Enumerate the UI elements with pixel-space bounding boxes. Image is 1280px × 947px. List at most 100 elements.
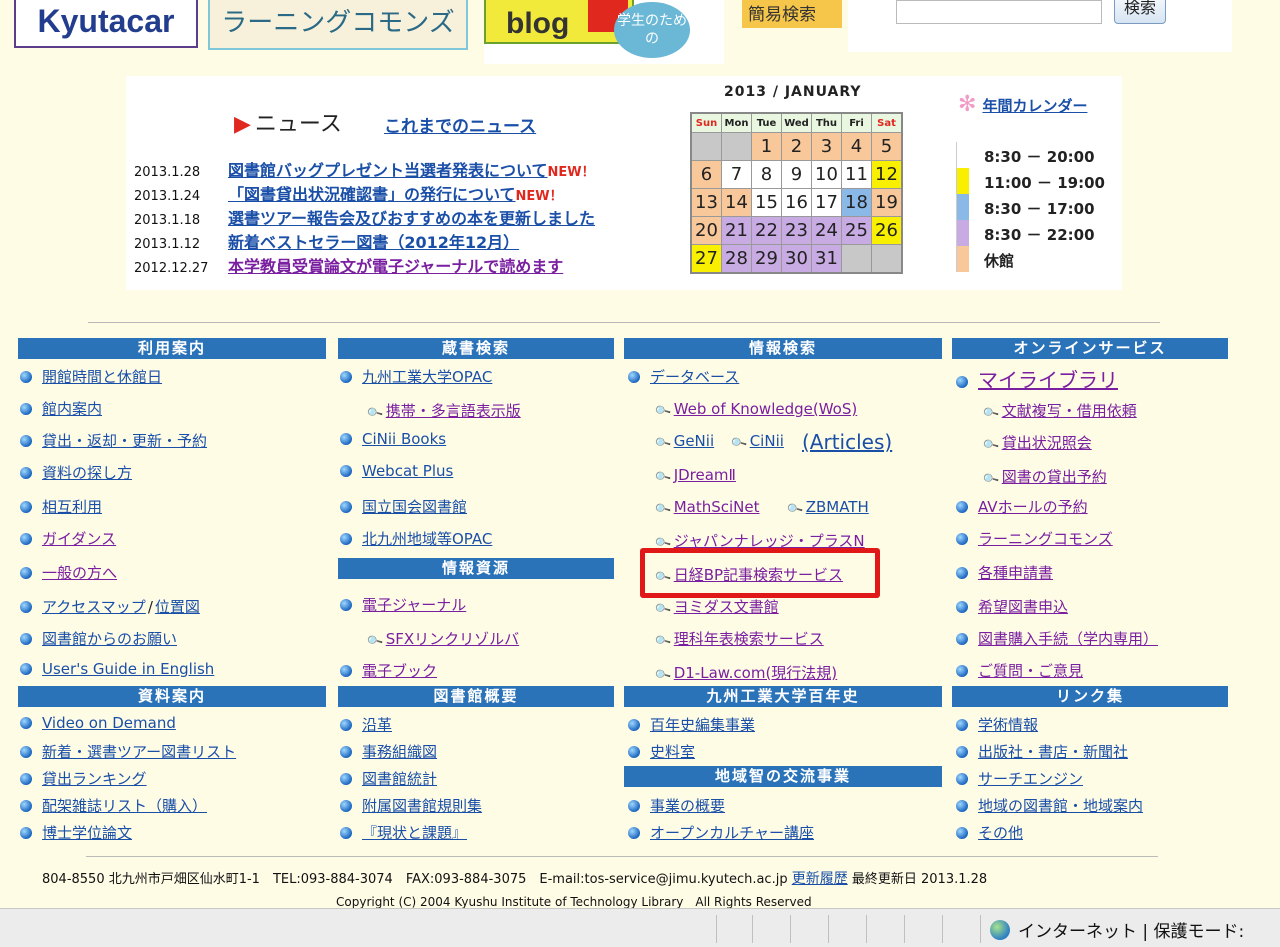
- info-jdream-link-item: 🔍 JDreamⅡ: [654, 466, 736, 486]
- resources-ejournal-link[interactable]: 電子ジャーナル: [362, 596, 466, 614]
- search-button[interactable]: 検索: [1114, 0, 1166, 24]
- materials-ranking-link[interactable]: 貸出ランキング: [42, 770, 147, 788]
- info-mathscinet-link[interactable]: MathSciNet: [674, 498, 760, 516]
- online-purchase-link[interactable]: 図書購入手続（学内専用）: [978, 630, 1158, 648]
- key-icon: 🔍: [785, 499, 805, 518]
- search-input[interactable]: [896, 0, 1102, 24]
- news-title-link[interactable]: 新着ベストセラー図書（2012年12月）: [228, 233, 519, 252]
- triangle-right-icon: ▶: [234, 112, 251, 137]
- info-yomidas-link[interactable]: ヨミダス文書館: [674, 598, 779, 616]
- bullet-icon: [20, 371, 32, 383]
- info-d1-law-link[interactable]: D1-Law.com(現行法規): [674, 664, 837, 682]
- usage-location-map-link[interactable]: 位置図: [155, 598, 200, 616]
- overview-status-link[interactable]: 『現状と課題』: [362, 824, 467, 842]
- news-item: 2012.12.27 本学教員受賞論文が電子ジャーナルで読めます: [134, 256, 563, 278]
- learning-commons-banner-link[interactable]: ラーニングコモンズ: [208, 0, 468, 50]
- calendar-day: 6: [690, 160, 722, 189]
- holdings-opac-link[interactable]: 九州工業大学OPAC: [362, 368, 492, 386]
- exchange-open-culture-link[interactable]: オープンカルチャー講座: [650, 824, 814, 842]
- resources-sfx-link[interactable]: SFXリンクリゾルバ: [386, 630, 519, 648]
- news-title-link[interactable]: 選書ツアー報告会及びおすすめの本を更新しました: [228, 209, 595, 228]
- overview-org-chart-link-item: 事務組織図: [340, 741, 437, 762]
- usage-interlibrary-link[interactable]: 相互利用: [42, 498, 102, 516]
- holdings-regional-opac-link[interactable]: 北九州地域等OPAC: [362, 530, 492, 548]
- history-editing-link[interactable]: 百年史編集事業: [650, 716, 755, 734]
- calendar-day: 16: [781, 188, 812, 217]
- news-item: 2013.1.24 「図書貸出状況確認書」の発行についてNEW！: [134, 184, 563, 206]
- overview-status-link-item: 『現状と課題』: [340, 822, 467, 843]
- online-learning-commons-link[interactable]: ラーニングコモンズ: [978, 530, 1113, 548]
- usage-how-to-find-link[interactable]: 資料の探し方: [42, 464, 132, 482]
- info-cinii-articles-link[interactable]: (Articles): [802, 430, 892, 454]
- online-book-request-link[interactable]: 希望図書申込: [978, 598, 1068, 616]
- online-loan-status-link[interactable]: 貸出状況照会: [1002, 434, 1092, 452]
- security-zone[interactable]: インターネット | 保護モード:: [990, 917, 1244, 942]
- usage-english-guide-link[interactable]: User's Guide in English: [42, 660, 214, 678]
- calendar-day: 22: [751, 216, 782, 245]
- info-rika-nenpyo-link[interactable]: 理科年表検索サービス: [674, 630, 824, 648]
- calendar-day: 14: [721, 188, 752, 217]
- holdings-webcat-link[interactable]: Webcat Plus: [362, 462, 453, 480]
- online-av-hall-link[interactable]: AVホールの予約: [978, 498, 1088, 516]
- kyutacar-logo-link[interactable]: Kyutacar: [14, 0, 198, 48]
- overview-history-link[interactable]: 沿革: [362, 716, 392, 734]
- usage-requests-link[interactable]: 図書館からのお願い: [42, 630, 177, 648]
- usage-hours-link[interactable]: 開館時間と休館日: [42, 368, 162, 386]
- exchange-overview-link[interactable]: 事業の概要: [650, 797, 725, 815]
- online-copy-request-link[interactable]: 文献複写・借用依頼: [1002, 402, 1137, 420]
- legend-row: 8:30 － 20:00: [956, 142, 1116, 168]
- materials-theses-link[interactable]: 博士学位論文: [42, 824, 132, 842]
- info-genii-link[interactable]: GeNii: [674, 432, 714, 450]
- news-heading-label: ニュース: [254, 112, 342, 137]
- news-item: 2013.1.18 選書ツアー報告会及びおすすめの本を更新しました: [134, 208, 595, 230]
- info-zbmath-link[interactable]: ZBMATH: [806, 498, 869, 516]
- materials-journals-link[interactable]: 配架雑誌リスト（購入）: [42, 797, 207, 815]
- news-title-link[interactable]: 「図書貸出状況確認書」の発行について: [228, 185, 516, 204]
- usage-guidance-link[interactable]: ガイダンス: [42, 530, 116, 548]
- footer-divider: [86, 856, 1158, 857]
- overview-org-chart-link[interactable]: 事務組織図: [362, 743, 437, 761]
- history-archive-link[interactable]: 史料室: [650, 743, 695, 761]
- online-reserve-link[interactable]: 図書の貸出予約: [1002, 468, 1107, 486]
- online-my-library-link[interactable]: マイライブラリ: [978, 368, 1118, 392]
- key-icon: 🔍: [653, 665, 673, 684]
- holdings-ndl-link[interactable]: 国立国会図書館: [362, 498, 467, 516]
- resources-ebook-link[interactable]: 電子ブック: [362, 662, 437, 680]
- update-history-link[interactable]: 更新履歴: [792, 871, 848, 887]
- links-other-link-item: その他: [956, 822, 1023, 843]
- usage-floor-guide-link[interactable]: 館内案内: [42, 400, 102, 418]
- info-cinii-link[interactable]: CiNii: [750, 432, 784, 450]
- links-search-engines-link[interactable]: サーチエンジン: [978, 770, 1083, 788]
- holdings-mobile-link[interactable]: 携帯・多言語表示版: [386, 402, 521, 420]
- overview-statistics-link[interactable]: 図書館統計: [362, 770, 437, 788]
- year-calendar-link[interactable]: 年間カレンダー: [982, 97, 1087, 115]
- online-forms-link[interactable]: 各種申請書: [978, 564, 1053, 582]
- news-title-link[interactable]: 図書館バッグプレゼント当選者発表について: [228, 161, 548, 180]
- bullet-icon: [628, 371, 640, 383]
- info-database-link[interactable]: データベース: [650, 368, 739, 386]
- links-local-libraries-link[interactable]: 地域の図書館・地域案内: [978, 797, 1143, 815]
- overview-rules-link[interactable]: 附属図書館規則集: [362, 797, 482, 815]
- bullet-icon: [340, 433, 352, 445]
- links-other-link[interactable]: その他: [978, 824, 1023, 842]
- info-cinii-link-item: 🔍 CiNii: [730, 432, 784, 452]
- info-jdream-link[interactable]: JDreamⅡ: [674, 466, 736, 484]
- info-wos-link-item: 🔍 Web of Knowledge(WoS): [654, 400, 858, 420]
- links-publishers-link[interactable]: 出版社・書店・新聞社: [978, 743, 1128, 761]
- materials-new-books-link[interactable]: 新着・選書ツアー図書リスト: [42, 743, 236, 761]
- usage-lending-link[interactable]: 貸出・返却・更新・予約: [42, 432, 207, 450]
- holdings-cinii-books-link[interactable]: CiNii Books: [362, 430, 446, 448]
- materials-vod-link[interactable]: Video on Demand: [42, 714, 176, 732]
- usage-access-map-link[interactable]: アクセスマップ: [42, 598, 146, 616]
- key-icon: 🔍: [653, 599, 673, 618]
- usage-public-link[interactable]: 一般の方へ: [42, 564, 117, 582]
- status-divider: [942, 915, 943, 943]
- status-divider: [904, 915, 905, 943]
- online-questions-link[interactable]: ご質問・ご意見: [978, 662, 1083, 680]
- links-academic-link[interactable]: 学術情報: [978, 716, 1038, 734]
- news-title-link[interactable]: 本学教員受賞論文が電子ジャーナルで読めます: [228, 257, 563, 276]
- past-news-link[interactable]: これまでのニュース: [384, 112, 536, 137]
- bullet-icon: [340, 665, 352, 677]
- student-blog-banner-link[interactable]: blog 学生のための: [484, 0, 724, 64]
- info-wos-link[interactable]: Web of Knowledge(WoS): [674, 400, 858, 418]
